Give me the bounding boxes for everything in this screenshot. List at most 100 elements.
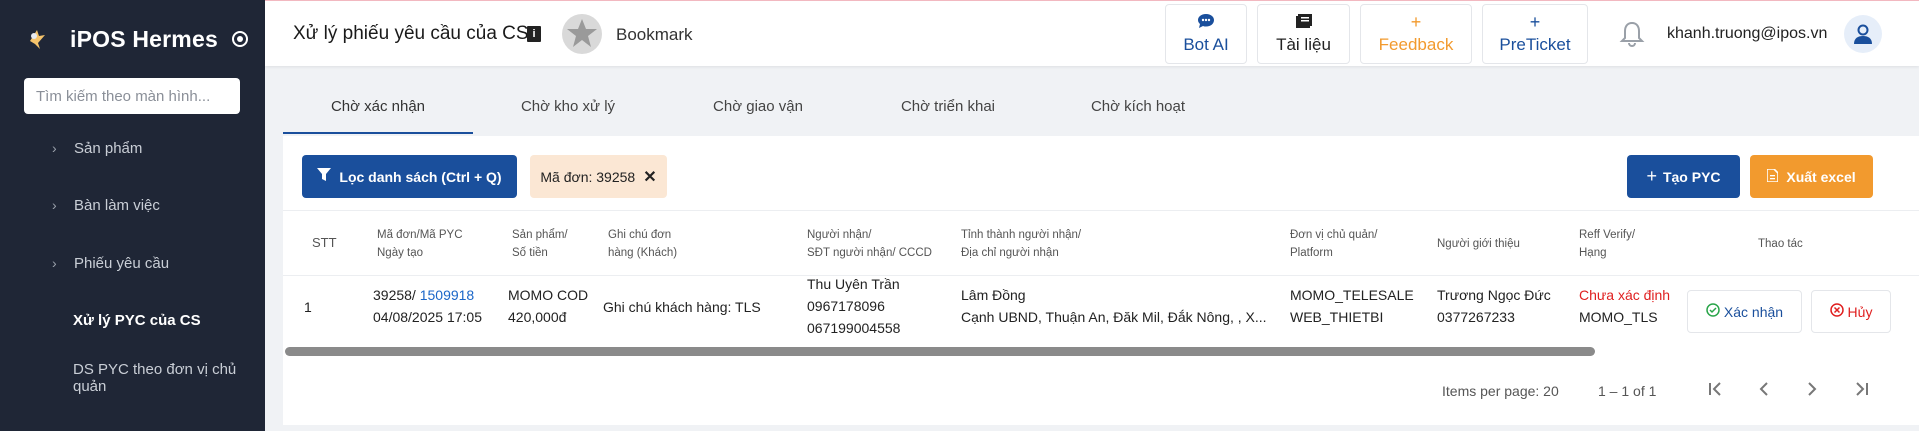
cell-province: Lâm Đồng Cạnh UBND, Thuận An, Đăk Mil, Đ… [961, 284, 1267, 328]
x-circle-icon [1829, 303, 1844, 320]
col-referrer: Người giới thiệu [1437, 238, 1520, 250]
chevron-right-icon: › [52, 140, 57, 156]
check-circle-icon [1706, 303, 1720, 320]
sidebar-item-label: Phiếu yêu cầu [74, 254, 170, 272]
confirm-button[interactable]: Xác nhận [1687, 290, 1802, 333]
filter-chip-label: Mã đơn: 39258 [540, 168, 636, 185]
col-product: Sản phẩm/Số tiền [512, 226, 568, 262]
plus-icon: + [1410, 12, 1422, 32]
cell-receiver: Thu Uyên Trần 0967178096 067199004558 [807, 273, 900, 339]
sidebar-item-label: DS PYC theo đơn vị chủ quản [73, 361, 237, 395]
user-email[interactable]: khanh.truong@ipos.vn [1667, 25, 1827, 43]
receiver-phone: 0967178096 [807, 298, 885, 314]
col-note: Ghi chú đơn hàng (Khách) [608, 226, 677, 262]
col-unit-line2: Platform [1290, 247, 1333, 259]
preticket-button[interactable]: + PreTicket [1482, 4, 1588, 64]
close-icon[interactable]: ✕ [643, 167, 656, 187]
col-order: Mã đơn/Mã PYC Ngày tạo [377, 226, 463, 262]
items-per-page[interactable]: Items per page: 20 [1442, 383, 1559, 399]
top-header: Xử lý phiếu yêu cầu của CS i Bookmark Bo… [265, 0, 1919, 66]
feedback-button[interactable]: + Feedback [1360, 4, 1472, 64]
filter-button[interactable]: Lọc danh sách (Ctrl + Q) [302, 155, 517, 198]
province: Lâm Đồng [961, 287, 1026, 303]
cell-note: Ghi chú khách hàng: TLS [603, 299, 761, 315]
logo-icon [22, 24, 52, 54]
cell-stt: 1 [304, 299, 312, 315]
referrer-name: Trương Ngọc Đức [1437, 287, 1551, 303]
cancel-button[interactable]: Hủy [1811, 290, 1891, 333]
pyc-code-link[interactable]: 1509918 [420, 287, 475, 303]
bookmark-label[interactable]: Bookmark [616, 25, 693, 45]
created-date: 04/08/2025 17:05 [373, 309, 482, 325]
col-actions: Thao tác [1758, 238, 1803, 250]
col-product-line2: Số tiền [512, 247, 548, 259]
tab-deployment[interactable]: Chờ triển khai [853, 86, 1043, 134]
filter-icon [317, 168, 332, 185]
sidebar-item-label: Bàn làm việc [74, 196, 160, 214]
bot-ai-label: Bot AI [1183, 35, 1229, 54]
cancel-label: Hủy [1847, 303, 1873, 320]
filter-chip-order: Mã đơn: 39258 ✕ [530, 155, 667, 198]
sidebar-item-workspace[interactable]: › Bàn làm việc [0, 190, 265, 220]
tab-shipping[interactable]: Chờ giao vận [663, 86, 853, 134]
tab-pending-confirm[interactable]: Chờ xác nhận [283, 86, 473, 134]
sidebar-item-requests-by-unit[interactable]: DS PYC theo đơn vị chủ quản [0, 361, 265, 395]
info-icon[interactable]: i [527, 26, 541, 42]
col-unit-line1: Đơn vị chủ quản/ [1290, 229, 1378, 241]
table-row: 1 39258/ 1509918 04/08/2025 17:05 MOMO C… [283, 276, 1919, 344]
tab-activation[interactable]: Chờ kích hoạt [1043, 86, 1233, 134]
previous-page-icon[interactable] [1749, 374, 1779, 404]
brand-name: iPOS Hermes [70, 25, 218, 52]
preticket-label: PreTicket [1499, 35, 1571, 54]
product-amount: 420,000đ [508, 309, 567, 325]
file-icon [1766, 167, 1780, 185]
order-code: 39258/ [373, 287, 420, 303]
sidebar-item-cs-requests[interactable]: Xử lý PYC của CS [0, 305, 265, 335]
reff-verify-status: Chưa xác định [1579, 287, 1671, 303]
sidebar-item-label: Xử lý PYC của CS [73, 311, 201, 329]
col-reff: Reff Verify/Hạng [1579, 226, 1635, 262]
docs-button[interactable]: Tài liệu [1257, 4, 1350, 64]
unit: MOMO_TELESALE [1290, 287, 1414, 303]
next-page-icon[interactable] [1797, 374, 1827, 404]
first-page-icon[interactable] [1701, 374, 1731, 404]
status-tabs: Chờ xác nhận Chờ kho xử lý Chờ giao vận … [283, 86, 1233, 134]
plus-icon: + [1646, 166, 1657, 186]
sidebar-item-requests[interactable]: › Phiếu yêu cầu [0, 248, 265, 278]
rank: MOMO_TLS [1579, 309, 1658, 325]
col-reff-line2: Hạng [1579, 247, 1607, 259]
col-order-line1: Mã đơn/Mã PYC [377, 229, 463, 241]
table-header: STT Mã đơn/Mã PYC Ngày tạo Sản phẩm/Số ti… [283, 210, 1919, 276]
cell-referrer: Trương Ngọc Đức 0377267233 [1437, 284, 1551, 328]
chevron-right-icon: › [52, 255, 57, 271]
feedback-label: Feedback [1378, 35, 1454, 54]
docs-label: Tài liệu [1276, 35, 1331, 54]
bookmark-star-icon[interactable] [561, 13, 603, 55]
main-panel: Lọc danh sách (Ctrl + Q) Mã đơn: 39258 ✕… [283, 136, 1919, 425]
last-page-icon[interactable] [1846, 374, 1876, 404]
page-range: 1 – 1 of 1 [1598, 383, 1657, 399]
sidebar-search-input[interactable] [24, 78, 240, 114]
sidebar-toggle-icon[interactable] [231, 31, 248, 47]
col-province: Tỉnh thành người nhận/Địa chỉ người nhận [961, 226, 1081, 262]
avatar[interactable] [1844, 15, 1882, 53]
col-province-line1: Tỉnh thành người nhận/ [961, 229, 1082, 241]
col-stt: STT [312, 235, 337, 250]
col-receiver-line1: Người nhận/ [807, 229, 872, 241]
horizontal-scrollbar[interactable] [285, 347, 1595, 356]
product-name: MOMO COD [508, 287, 589, 303]
cell-unit: MOMO_TELESALE WEB_THIETBI [1290, 284, 1414, 328]
referrer-phone: 0377267233 [1437, 309, 1515, 325]
export-excel-button[interactable]: Xuất excel [1750, 155, 1873, 198]
create-request-button[interactable]: + Tạo PYC [1627, 155, 1740, 198]
tab-warehouse[interactable]: Chờ kho xử lý [473, 86, 663, 134]
export-excel-label: Xuất excel [1786, 168, 1856, 185]
cell-order: 39258/ 1509918 04/08/2025 17:05 [373, 284, 482, 328]
bot-ai-button[interactable]: Bot AI [1165, 4, 1247, 64]
plus-icon: + [1529, 12, 1541, 32]
sidebar-item-label: Sản phẩm [74, 139, 143, 157]
sidebar-item-products[interactable]: › Sản phẩm [0, 133, 265, 163]
filter-label: Lọc danh sách (Ctrl + Q) [339, 168, 502, 185]
chevron-right-icon: › [52, 197, 57, 213]
bell-icon[interactable] [1618, 19, 1646, 49]
